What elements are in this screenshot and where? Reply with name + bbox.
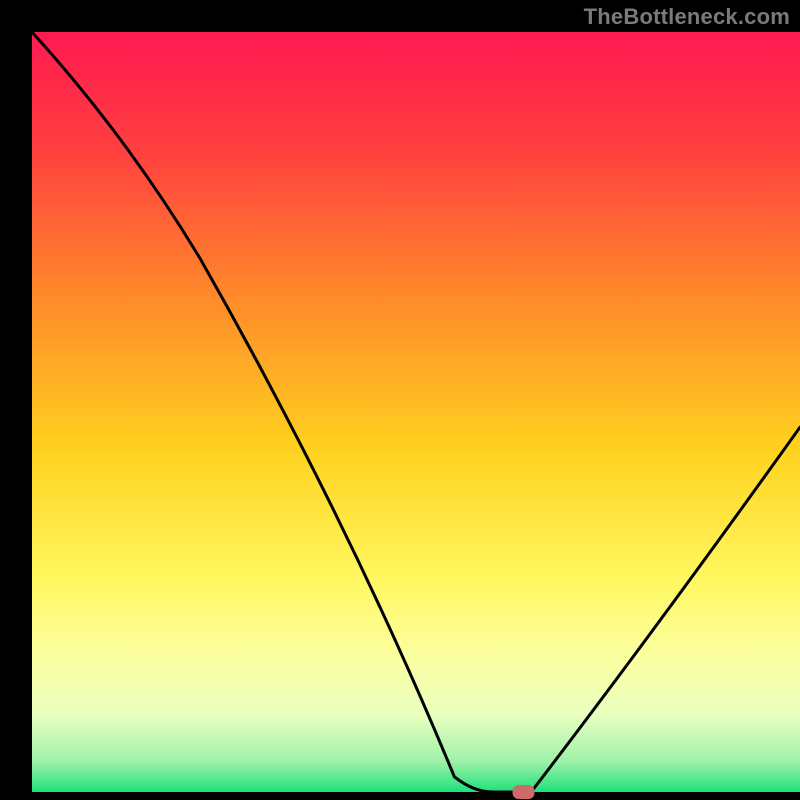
bottleneck-chart bbox=[0, 0, 800, 800]
attribution-text: TheBottleneck.com bbox=[584, 4, 790, 30]
optimal-marker bbox=[513, 785, 535, 799]
chart-frame: TheBottleneck.com bbox=[0, 0, 800, 800]
plot-background bbox=[32, 32, 800, 792]
